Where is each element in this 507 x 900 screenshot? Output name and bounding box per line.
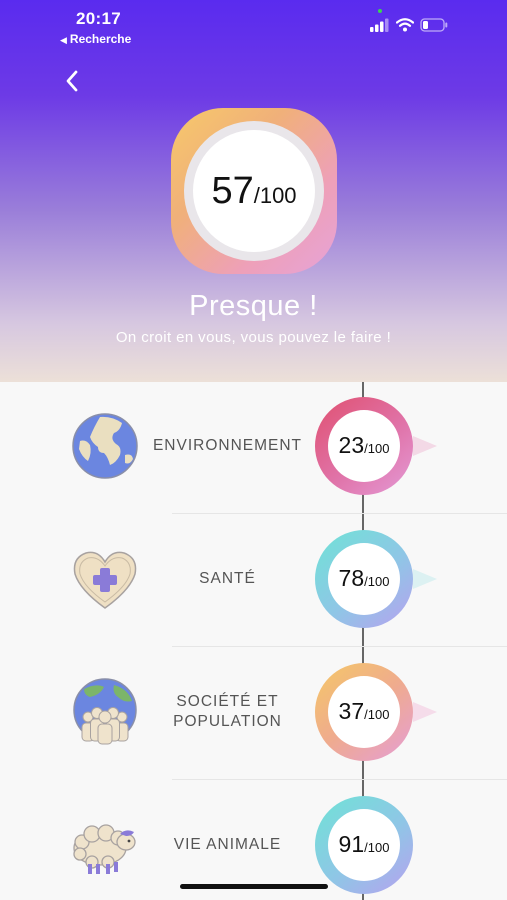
category-row-animal-life[interactable]: VIE ANIMALE 91/100: [0, 781, 507, 900]
back-to-app-link[interactable]: ◀ Recherche: [60, 32, 131, 46]
category-score-value: 78/100: [328, 543, 400, 615]
row-divider: [172, 513, 507, 514]
row-divider: [172, 779, 507, 780]
overall-score-badge: 57/100: [171, 108, 337, 274]
overall-score-number: 57: [211, 170, 254, 212]
category-score-value: 23/100: [328, 410, 400, 482]
back-triangle-icon: ◀: [60, 35, 67, 45]
category-score-number: 91: [338, 831, 365, 857]
category-label: SOCIÉTÉ ET POPULATION: [150, 692, 305, 732]
back-to-app-label: Recherche: [69, 32, 132, 46]
battery-icon: [420, 18, 448, 32]
category-score-number: 37: [338, 698, 365, 724]
row-pointer-arrow: [413, 569, 437, 589]
privacy-indicator-dot: [378, 9, 382, 13]
category-score-number: 78: [338, 565, 365, 591]
status-bar: 20:17 ◀ Recherche: [0, 0, 507, 50]
category-score-value: 91/100: [328, 809, 400, 881]
row-pointer-arrow: [413, 702, 437, 722]
category-score-circle: 78/100: [315, 530, 413, 628]
category-row-society[interactable]: SOCIÉTÉ ET POPULATION 37/100: [0, 648, 507, 781]
category-row-environment[interactable]: ENVIRONNEMENT 23/100: [0, 382, 507, 515]
back-button[interactable]: [58, 66, 86, 96]
overall-score-denominator: /100: [253, 183, 297, 208]
category-label: SANTÉ: [199, 570, 256, 587]
category-row-health[interactable]: SANTÉ 78/100: [0, 515, 507, 648]
globe-icon: [72, 413, 138, 479]
score-header: 20:17 ◀ Recherche 57 /100 Presque ! On c…: [0, 0, 507, 382]
wifi-icon: [396, 18, 414, 32]
category-label: VIE ANIMALE: [173, 836, 282, 853]
status-time: 20:17: [76, 9, 121, 28]
category-score-denominator: /100: [364, 574, 390, 589]
cellular-signal-icon: [370, 18, 389, 32]
category-score-circle: 37/100: [315, 663, 413, 761]
category-score-denominator: /100: [364, 707, 390, 722]
category-label-line2: POPULATION: [173, 713, 282, 730]
sheep-icon: [73, 824, 136, 874]
row-divider: [172, 646, 507, 647]
category-list: ENVIRONNEMENT 23/100 SANTÉ 78/100 SOCIÉT…: [0, 382, 507, 900]
score-verdict: Presque !: [189, 290, 318, 322]
category-score-denominator: /100: [364, 840, 390, 855]
chevron-left-icon: [66, 70, 78, 92]
heart-medical-cross-icon: [73, 551, 137, 609]
category-score-number: 23: [338, 432, 365, 458]
overall-score-value: 57/100: [193, 130, 315, 252]
category-label: ENVIRONNEMENT: [152, 437, 303, 454]
home-indicator[interactable]: [180, 884, 328, 889]
category-score-denominator: /100: [364, 441, 390, 456]
category-score-value: 37/100: [328, 676, 400, 748]
overall-score-ring: 57/100: [184, 121, 324, 261]
category-score-circle: 23/100: [315, 397, 413, 495]
category-label-line1: SOCIÉTÉ ET: [176, 693, 279, 710]
row-pointer-arrow: [413, 436, 437, 456]
people-globe-icon: [73, 678, 137, 745]
category-score-circle: 91/100: [315, 796, 413, 894]
score-encouragement: On croit en vous, vous pouvez le faire !: [115, 329, 392, 346]
